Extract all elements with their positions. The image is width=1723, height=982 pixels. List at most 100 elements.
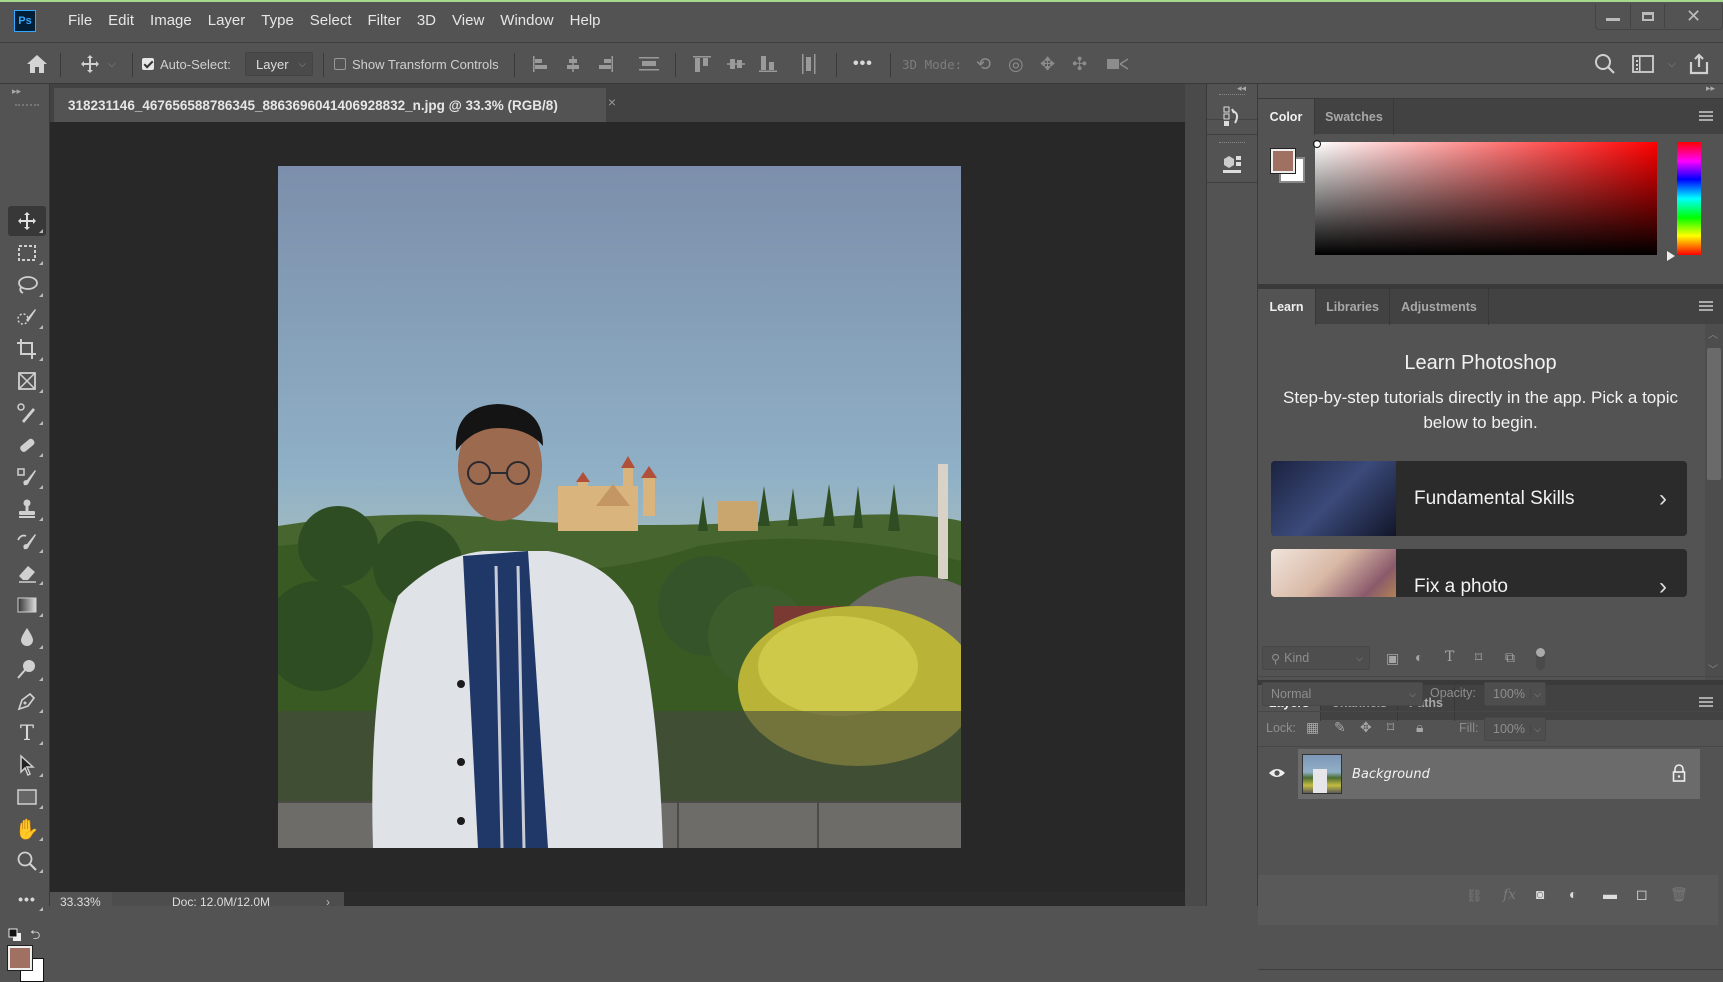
panel-menu-icon[interactable]	[1699, 697, 1713, 707]
scale-3d-button[interactable]	[1106, 43, 1130, 85]
pan-3d-button[interactable]: ✥	[1040, 43, 1055, 85]
new-adjustment-layer-icon[interactable]: ◐	[1569, 886, 1577, 902]
filter-adjustment-layers-icon[interactable]: ◐	[1415, 649, 1423, 665]
tool-history-brush[interactable]	[8, 526, 46, 556]
share-button[interactable]	[1688, 43, 1710, 85]
search-button[interactable]	[1594, 43, 1616, 85]
menu-image[interactable]: Image	[142, 12, 200, 29]
lock-all-icon[interactable]: 🔒︎	[1416, 719, 1423, 736]
align-right-edges-button[interactable]	[596, 43, 614, 85]
document-image[interactable]	[278, 166, 961, 848]
align-vertical-centers-button[interactable]	[726, 43, 746, 85]
menu-layer[interactable]: Layer	[200, 12, 254, 29]
tab-adjustments[interactable]: Adjustments	[1390, 289, 1489, 325]
color-field-picker[interactable]	[1315, 142, 1657, 255]
home-button[interactable]	[26, 43, 48, 85]
layer-visibility-toggle[interactable]	[1268, 766, 1286, 784]
tab-libraries[interactable]: Libraries	[1316, 289, 1390, 325]
panel-menu-icon[interactable]	[1699, 301, 1713, 311]
menu-type[interactable]: Type	[253, 12, 302, 29]
tool-brush[interactable]	[8, 462, 46, 492]
menu-edit[interactable]: Edit	[100, 12, 142, 29]
tool-path-selection[interactable]	[8, 750, 46, 780]
filter-type-layers-icon[interactable]: T	[1445, 649, 1454, 665]
expand-panels-icon[interactable]: ▸▸	[1706, 83, 1715, 94]
color-field-cursor[interactable]	[1313, 140, 1321, 148]
menu-filter[interactable]: Filter	[360, 12, 409, 29]
menu-select[interactable]: Select	[302, 12, 360, 29]
new-layer-icon[interactable]: ◻	[1636, 886, 1648, 903]
opacity-field[interactable]: 100% ⌵	[1484, 682, 1546, 706]
hue-slider-handle[interactable]	[1667, 251, 1675, 261]
dock-grip[interactable]	[1219, 142, 1245, 145]
new-group-icon[interactable]: ▬	[1603, 886, 1617, 902]
tool-clone-stamp[interactable]	[8, 494, 46, 524]
tool-rectangular-marquee[interactable]	[8, 238, 46, 268]
panel-menu-icon[interactable]	[1699, 111, 1713, 121]
auto-select-checkbox[interactable]: Auto-Select:	[142, 43, 231, 85]
close-tab-icon[interactable]: ×	[608, 94, 616, 110]
minimize-button[interactable]	[1596, 4, 1630, 28]
menu-file[interactable]: File	[60, 12, 100, 29]
scroll-up-icon[interactable]: ︿	[1708, 326, 1718, 341]
history-panel-button[interactable]	[1208, 100, 1256, 132]
lock-artboard-icon[interactable]: ⌑	[1387, 719, 1394, 736]
tool-type[interactable]: T	[8, 718, 46, 748]
tool-blur[interactable]	[8, 622, 46, 652]
maximize-button[interactable]	[1630, 4, 1664, 28]
tool-eraser[interactable]	[8, 558, 46, 588]
blend-mode-dropdown[interactable]: Normal ⌵	[1262, 682, 1423, 706]
align-horizontal-centers-button[interactable]	[564, 43, 582, 85]
tool-zoom[interactable]	[8, 846, 46, 876]
scroll-down-icon[interactable]: ﹀	[1708, 661, 1718, 676]
document-tab[interactable]: 318231146_467656588786345_88636960414069…	[54, 88, 616, 122]
hue-slider[interactable]	[1677, 142, 1701, 255]
tool-gradient[interactable]	[8, 590, 46, 620]
slide-3d-button[interactable]: ✣	[1072, 43, 1087, 85]
learn-scrollbar[interactable]: ︿ ﹀	[1705, 324, 1723, 680]
align-left-edges-button[interactable]	[532, 43, 550, 85]
tool-object-selection[interactable]	[8, 302, 46, 332]
add-mask-icon[interactable]: ◙	[1536, 886, 1544, 902]
menu-view[interactable]: View	[444, 12, 492, 29]
tool-frame[interactable]	[8, 366, 46, 396]
learn-card-fundamental-skills[interactable]: Fundamental Skills ›	[1271, 461, 1687, 536]
roll-3d-button[interactable]: ◎	[1008, 43, 1024, 85]
delete-layer-icon[interactable]: 🗑︎	[1670, 886, 1688, 903]
tool-edit-toolbar[interactable]: •••	[8, 884, 46, 914]
tool-lasso[interactable]	[8, 270, 46, 300]
swap-colors-button[interactable]: ⮌	[30, 926, 40, 948]
menu-help[interactable]: Help	[562, 12, 609, 29]
learn-scrollbar-thumb[interactable]	[1707, 348, 1721, 480]
auto-select-target-dropdown[interactable]: Layer ⌵	[245, 43, 314, 85]
lock-position-icon[interactable]: ✥	[1360, 719, 1372, 736]
tab-swatches[interactable]: Swatches	[1315, 99, 1394, 135]
filter-shape-layers-icon[interactable]: ⌑	[1475, 649, 1482, 666]
status-menu-arrow[interactable]: ›	[326, 892, 330, 912]
tool-spot-healing[interactable]	[8, 430, 46, 460]
tool-hand[interactable]: ✋	[8, 814, 46, 844]
more-options-button[interactable]: •••	[853, 43, 873, 85]
layer-name[interactable]: Background	[1352, 749, 1430, 799]
tool-pen[interactable]	[8, 686, 46, 716]
fill-field[interactable]: 100% ⌵	[1484, 717, 1546, 741]
canvas-vertical-scrollbar[interactable]	[1185, 84, 1207, 906]
distribute-horizontal-button[interactable]	[638, 43, 660, 85]
align-bottom-edges-button[interactable]	[758, 43, 778, 85]
filter-toggle[interactable]	[1536, 648, 1545, 670]
menu-window[interactable]: Window	[492, 12, 561, 29]
foreground-color-swatch[interactable]	[7, 945, 33, 971]
layer-filter-kind-dropdown[interactable]: ⚲ Kind ⌵	[1262, 646, 1370, 670]
tab-learn[interactable]: Learn	[1258, 289, 1316, 325]
link-layers-icon[interactable]: ⛓	[1466, 888, 1483, 904]
tool-rectangle[interactable]	[8, 782, 46, 812]
show-transform-controls-checkbox[interactable]: Show Transform Controls	[334, 43, 499, 85]
tool-crop[interactable]	[8, 334, 46, 364]
close-button[interactable]: ✕	[1664, 4, 1722, 28]
tool-eyedropper[interactable]	[8, 398, 46, 428]
learn-card-fix-a-photo[interactable]: Fix a photo ›	[1271, 549, 1687, 597]
zoom-level-field[interactable]: 33.33%	[50, 892, 112, 906]
filter-pixel-layers-icon[interactable]: ▣	[1386, 650, 1399, 667]
color-panel-foreground-swatch[interactable]	[1270, 148, 1296, 174]
default-colors-button[interactable]	[8, 928, 22, 947]
